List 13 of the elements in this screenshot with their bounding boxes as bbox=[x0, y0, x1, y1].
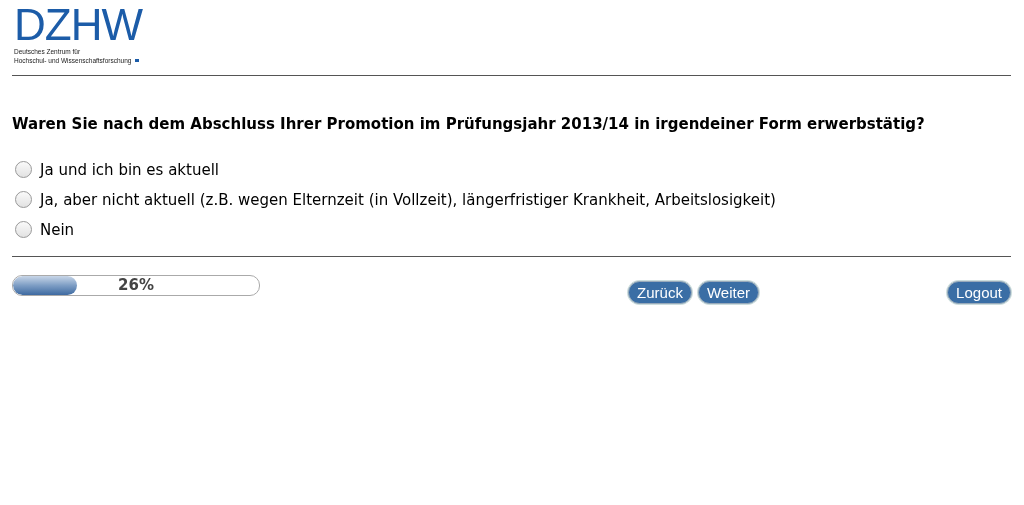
logout-button[interactable]: Logout bbox=[947, 281, 1011, 304]
nav-button[interactable]: Weiter bbox=[697, 281, 759, 304]
nav-button[interactable]: Zurück bbox=[628, 281, 692, 304]
option-label[interactable]: Ja und ich bin es aktuell bbox=[40, 160, 219, 179]
radio-button[interactable] bbox=[15, 191, 32, 208]
progress-percent: 26% bbox=[117, 276, 155, 295]
option-label[interactable]: Nein bbox=[40, 220, 75, 239]
logo-wordmark: DZHW bbox=[14, 6, 144, 44]
radio-button[interactable] bbox=[15, 221, 32, 238]
option-label[interactable]: Ja, aber nicht aktuell (z.B. wegen Elternzeit (in Vollzeit), längerfristiger Krankheit, Arbeitslosigkeit) bbox=[40, 190, 776, 209]
radio-button[interactable] bbox=[15, 161, 32, 178]
question-text: Waren Sie nach dem Abschluss Ihrer Promotion im Prüfungsjahr 2013/14 in irgendeiner Form erwerbstätig? bbox=[12, 115, 926, 133]
square-icon bbox=[135, 59, 140, 62]
